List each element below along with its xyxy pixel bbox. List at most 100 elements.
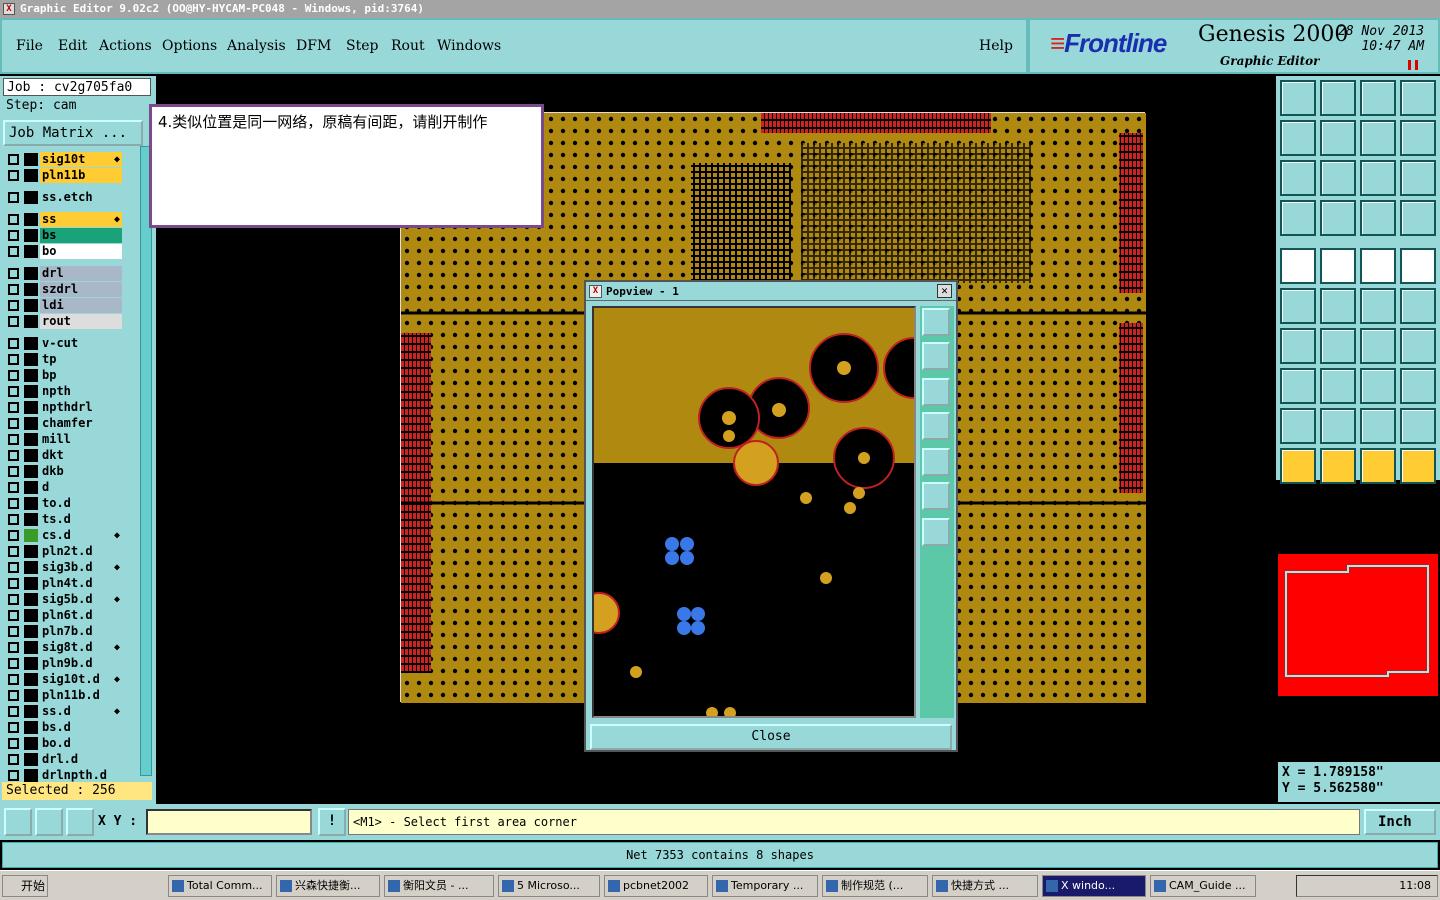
job-matrix-button[interactable]: Job Matrix ... (3, 120, 143, 146)
layer-row[interactable]: v-cut (4, 336, 124, 351)
layer-row[interactable]: szdrl (4, 282, 124, 297)
layer-name[interactable]: d (40, 480, 122, 495)
layer-name[interactable]: ldi (40, 298, 122, 313)
popview-zoom-icon[interactable] (922, 308, 950, 336)
layer-name[interactable]: bo.d (40, 736, 122, 751)
unit-selector[interactable]: Inch (1364, 809, 1436, 835)
triangle2-icon[interactable] (1320, 408, 1356, 444)
layer-row[interactable]: ts.d (4, 512, 124, 527)
layer-checkbox[interactable] (8, 230, 19, 241)
layer-name[interactable]: dkb (40, 464, 122, 479)
layer-row[interactable]: dkt (4, 448, 124, 463)
arc-icon[interactable] (1360, 328, 1396, 364)
split-icon[interactable] (1400, 80, 1436, 116)
layer-row[interactable]: bs.d (4, 720, 124, 735)
layer-name[interactable]: tp (40, 352, 122, 367)
layer-name[interactable]: drl.d (40, 752, 122, 767)
layer-name[interactable]: sig3b.d ◆ (40, 560, 122, 575)
layer-name[interactable]: pln4t.d (40, 576, 122, 591)
layer-name[interactable]: ts.d (40, 512, 122, 527)
grid-icon[interactable] (1320, 200, 1356, 236)
triangle-icon[interactable] (1280, 408, 1316, 444)
start-button[interactable]: 开始 (2, 875, 48, 897)
layer-row[interactable]: sig10t ◆ (4, 152, 124, 167)
taskbar-item[interactable]: Temporary ... (712, 875, 818, 897)
layer-name[interactable]: drlnpth.d (40, 768, 122, 783)
layer-name[interactable]: sig8t.d ◆ (40, 640, 122, 655)
taskbar-item[interactable]: Total Comm... (168, 875, 272, 897)
pointer-icon[interactable] (1280, 448, 1316, 484)
layer-row[interactable]: drl (4, 266, 124, 281)
layer-checkbox[interactable] (8, 610, 19, 621)
layer-name[interactable]: npthdrl (40, 400, 122, 415)
layer-name[interactable]: v-cut (40, 336, 122, 351)
layer-checkbox[interactable] (8, 268, 19, 279)
taskbar-item[interactable]: X windo... (1042, 875, 1146, 897)
pointer3-icon[interactable] (1360, 448, 1396, 484)
board-overview[interactable] (1278, 554, 1438, 696)
layer-row[interactable]: tp (4, 352, 124, 367)
popview-up-icon[interactable] (922, 342, 950, 370)
layer-checkbox[interactable] (8, 354, 19, 365)
layer-name[interactable]: szdrl (40, 282, 122, 297)
layer-checkbox[interactable] (8, 482, 19, 493)
layer-checkbox[interactable] (8, 214, 19, 225)
layer-checkbox[interactable] (8, 192, 19, 203)
taskbar-item[interactable]: 快捷方式 ... (932, 875, 1038, 897)
snap-icon[interactable] (1400, 248, 1436, 284)
layer-row[interactable]: sig8t.d ◆ (4, 640, 124, 655)
select-icon[interactable] (1280, 248, 1316, 284)
menu-help[interactable]: Help (979, 38, 1013, 54)
layer-row[interactable]: rout (4, 314, 124, 329)
save-icon[interactable] (1320, 80, 1356, 116)
layer-name[interactable]: rout (40, 314, 122, 329)
flip-icon[interactable] (1400, 120, 1436, 156)
layer-row[interactable]: to.d (4, 496, 124, 511)
popview-fit-icon[interactable] (922, 482, 950, 510)
layer-row[interactable]: pln11b.d (4, 688, 124, 703)
layer-row[interactable]: bs (4, 228, 124, 243)
layer-checkbox[interactable] (8, 530, 19, 541)
menu-step[interactable]: Step (346, 38, 378, 54)
layer-checkbox[interactable] (8, 706, 19, 717)
layer-checkbox[interactable] (8, 154, 19, 165)
ruler-icon[interactable] (1360, 248, 1396, 284)
layer-checkbox[interactable] (8, 386, 19, 397)
taskbar-item[interactable]: 衡阳文员 - ... (384, 875, 494, 897)
layer-row[interactable]: mill (4, 432, 124, 447)
layer-name[interactable]: pln2t.d (40, 544, 122, 559)
layer-checkbox[interactable] (8, 418, 19, 429)
layer-row[interactable]: npthdrl (4, 400, 124, 415)
layer-checkbox[interactable] (8, 316, 19, 327)
layer-checkbox[interactable] (8, 434, 19, 445)
layer-name[interactable]: bs (40, 228, 122, 243)
layer-row[interactable]: sig3b.d ◆ (4, 560, 124, 575)
layer-checkbox[interactable] (8, 642, 19, 653)
popview-close-button[interactable]: Close (590, 724, 952, 750)
layer-checkbox[interactable] (8, 300, 19, 311)
layer-row[interactable]: pln11b (4, 168, 124, 183)
route-icon[interactable] (1400, 448, 1436, 484)
layer-checkbox[interactable] (8, 402, 19, 413)
back-icon[interactable] (1280, 120, 1316, 156)
layer-checkbox[interactable] (8, 626, 19, 637)
home-icon[interactable] (1360, 80, 1396, 116)
menu-actions[interactable]: Actions (99, 38, 152, 54)
layers-icon[interactable] (1360, 200, 1396, 236)
measure-icon[interactable] (35, 808, 63, 836)
drag-icon[interactable] (1360, 288, 1396, 324)
layer-name[interactable]: pln11b (40, 168, 122, 183)
net-icon[interactable] (1400, 200, 1436, 236)
layer-checkbox[interactable] (8, 674, 19, 685)
width-icon[interactable] (1360, 368, 1396, 404)
layer-checkbox[interactable] (8, 170, 19, 181)
layer-name[interactable]: sig10t.d ◆ (40, 672, 122, 687)
popview-down-icon[interactable] (922, 378, 950, 406)
menu-file[interactable]: File (16, 38, 43, 54)
layer-row[interactable]: ss.d ◆ (4, 704, 124, 719)
layer-row[interactable]: ss ◆ (4, 212, 124, 227)
layer-row[interactable]: bo (4, 244, 124, 259)
shape-icon[interactable] (1400, 368, 1436, 404)
layer-checkbox[interactable] (8, 450, 19, 461)
layer-checkbox[interactable] (8, 770, 19, 781)
